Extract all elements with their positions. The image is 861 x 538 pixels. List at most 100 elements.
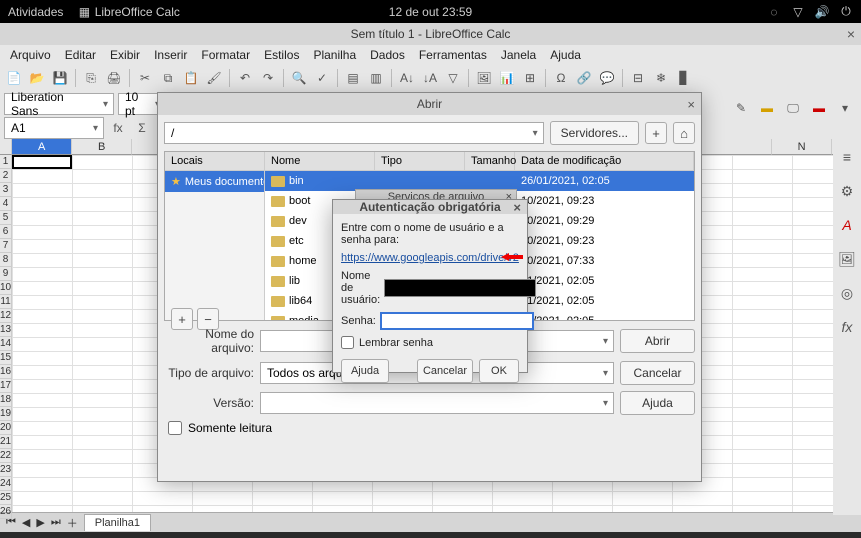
chart-icon[interactable]: 📊 [497, 68, 517, 88]
sum-icon[interactable]: Σ [132, 118, 152, 138]
row-icon[interactable]: ▤ [343, 68, 363, 88]
open-button[interactable]: Abrir [620, 329, 695, 353]
cut-icon[interactable]: ✂ [135, 68, 155, 88]
functions-panel-icon[interactable]: fx [837, 317, 857, 337]
split-icon[interactable]: ▊ [674, 68, 694, 88]
col-header-type[interactable]: Tipo [375, 152, 465, 170]
up-level-button[interactable]: ⌂ [673, 122, 695, 144]
col-header-date[interactable]: Data de modificação [515, 152, 694, 170]
comment-icon[interactable]: 💬 [597, 68, 617, 88]
sort-desc-icon[interactable]: ↓A [420, 68, 440, 88]
headers-icon[interactable]: ⊟ [628, 68, 648, 88]
menu-arquivo[interactable]: Arquivo [4, 46, 57, 64]
auth-dialog-close-button[interactable]: × [513, 200, 521, 215]
paste-icon[interactable]: 📋 [181, 68, 201, 88]
sidebar-bgcolor-icon[interactable]: ▬ [809, 98, 829, 118]
network-icon[interactable]: ▽ [791, 5, 805, 19]
cell-reference-combo[interactable]: A1 [4, 117, 104, 139]
clock[interactable]: 12 de out 23:59 [389, 5, 472, 19]
places-item-documents[interactable]: ★ Meus documentos [165, 171, 264, 192]
readonly-checkbox[interactable]: Somente leitura [164, 421, 695, 435]
new-folder-button[interactable]: + [645, 122, 667, 144]
tab-prev-icon[interactable]: ◀ [22, 516, 30, 529]
open-dialog-close-button[interactable]: × [687, 97, 695, 112]
pivot-icon[interactable]: ⊞ [520, 68, 540, 88]
username-input[interactable] [384, 279, 536, 297]
file-row[interactable]: bin26/01/2021, 02:05 [265, 171, 694, 191]
undo-icon[interactable]: ↶ [235, 68, 255, 88]
auth-help-button[interactable]: Ajuda [341, 359, 389, 383]
gallery-panel-icon[interactable]: 🖼 [837, 249, 857, 269]
sidebar-menu-icon[interactable]: ≡ [837, 147, 857, 167]
servers-button[interactable]: Servidores... [550, 121, 639, 145]
annotation-arrow-icon [501, 252, 523, 262]
sidebar-edit-icon[interactable]: ✎ [731, 98, 751, 118]
menu-estilos[interactable]: Estilos [258, 46, 305, 64]
col-header-size[interactable]: Tamanho [465, 152, 515, 170]
sidebar-more-icon[interactable]: ▾ [835, 98, 855, 118]
tab-last-icon[interactable]: ⏭ [51, 516, 61, 529]
print-icon[interactable]: 🖨 [104, 68, 124, 88]
col-header-name[interactable]: Nome [265, 152, 375, 170]
folder-icon [271, 296, 285, 307]
auth-cancel-button[interactable]: Cancelar [417, 359, 473, 383]
menu-ajuda[interactable]: Ajuda [544, 46, 587, 64]
save-icon[interactable]: 💾 [50, 68, 70, 88]
username-label: Nome de usuário: [341, 270, 380, 306]
power-icon[interactable]: ⏻ [839, 5, 853, 19]
autofilter-icon[interactable]: ▽ [443, 68, 463, 88]
special-char-icon[interactable]: Ω [551, 68, 571, 88]
sidebar-screen-icon[interactable]: 🖵 [783, 98, 803, 118]
find-icon[interactable]: 🔍 [289, 68, 309, 88]
cancel-button[interactable]: Cancelar [620, 361, 695, 385]
help-button[interactable]: Ajuda [620, 391, 695, 415]
properties-panel-icon[interactable]: ⚙ [837, 181, 857, 201]
freeze-icon[interactable]: ❄ [651, 68, 671, 88]
window-close-button[interactable]: × [847, 26, 855, 42]
auth-url: https://www.googleapis.com/drive/v2 [341, 252, 519, 264]
sidebar-highlight-icon[interactable]: ▬ [757, 98, 777, 118]
places-header: Locais [165, 152, 264, 171]
clone-format-icon[interactable]: 🖌 [204, 68, 224, 88]
remember-password-checkbox[interactable]: Lembrar senha [341, 336, 519, 349]
volume-icon[interactable]: 🔊 [815, 5, 829, 19]
spellcheck-icon[interactable]: ✓ [312, 68, 332, 88]
a11y-icon[interactable]: ◌ [767, 5, 781, 19]
hyperlink-icon[interactable]: 🔗 [574, 68, 594, 88]
export-pdf-icon[interactable]: ⎘ [81, 68, 101, 88]
sort-asc-icon[interactable]: A↓ [397, 68, 417, 88]
row-headers[interactable]: 1234567891011121314151617181920212223242… [0, 139, 12, 512]
redo-icon[interactable]: ↷ [258, 68, 278, 88]
copy-icon[interactable]: ⧉ [158, 68, 178, 88]
function-wizard-icon[interactable]: fx [108, 118, 128, 138]
menu-dados[interactable]: Dados [364, 46, 411, 64]
tab-next-icon[interactable]: ▶ [36, 516, 44, 529]
version-combo[interactable] [260, 392, 614, 414]
font-name-combo[interactable]: Liberation Sans [4, 93, 114, 115]
menu-bar: Arquivo Editar Exibir Inserir Formatar E… [0, 45, 861, 65]
folder-icon [271, 256, 285, 267]
menu-editar[interactable]: Editar [59, 46, 102, 64]
menu-ferramentas[interactable]: Ferramentas [413, 46, 493, 64]
new-icon[interactable]: 📄 [4, 68, 24, 88]
activities-button[interactable]: Atividades [8, 5, 63, 19]
auth-dialog-title: Autenticação obrigatória [359, 200, 500, 214]
navigator-panel-icon[interactable]: ◎ [837, 283, 857, 303]
password-input[interactable] [380, 312, 534, 330]
menu-exibir[interactable]: Exibir [104, 46, 146, 64]
menu-planilha[interactable]: Planilha [307, 46, 362, 64]
col-icon[interactable]: ▥ [366, 68, 386, 88]
readonly-checkbox-input[interactable] [168, 421, 182, 435]
open-icon[interactable]: 📂 [27, 68, 47, 88]
auth-ok-button[interactable]: OK [479, 359, 519, 383]
app-indicator[interactable]: ▦ LibreOffice Calc [77, 5, 180, 19]
path-combo[interactable]: / [164, 122, 544, 144]
sheet-tab[interactable]: Planilha1 [84, 514, 151, 531]
menu-janela[interactable]: Janela [495, 46, 542, 64]
add-sheet-icon[interactable]: ＋ [67, 515, 78, 531]
styles-panel-icon[interactable]: A [837, 215, 857, 235]
remember-password-input[interactable] [341, 336, 354, 349]
menu-formatar[interactable]: Formatar [195, 46, 256, 64]
menu-inserir[interactable]: Inserir [148, 46, 193, 64]
image-icon[interactable]: 🖼 [474, 68, 494, 88]
